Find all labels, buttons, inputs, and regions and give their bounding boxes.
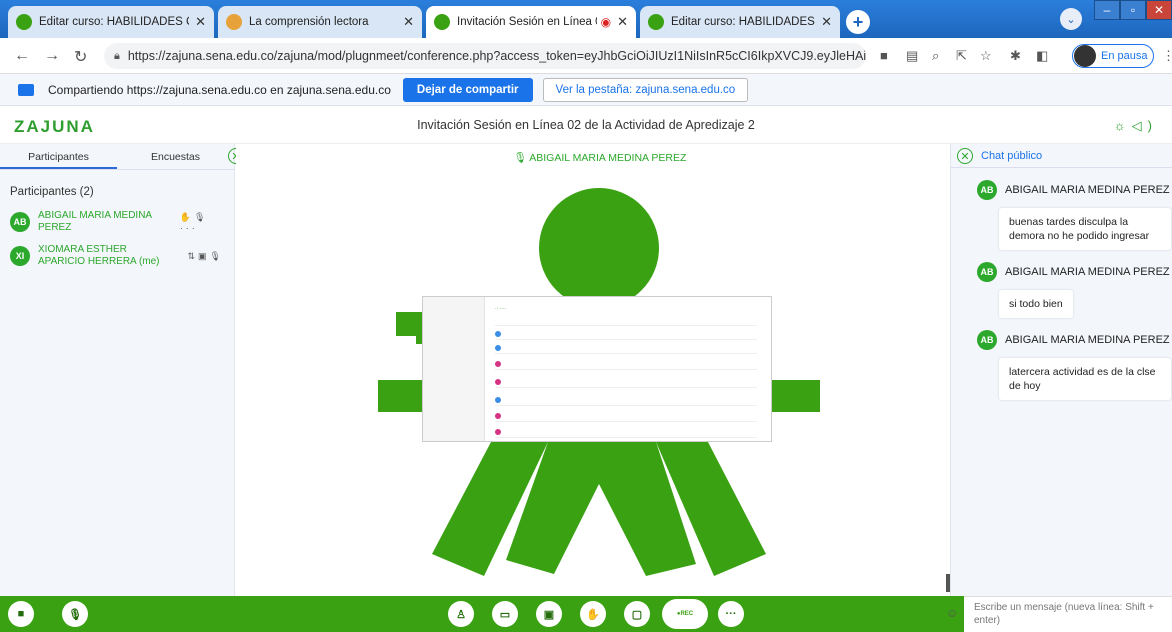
browser-tab-bar: Editar curso: HABILIDADES C ✕ La compren…	[0, 0, 1172, 38]
participant-name: ABIGAIL MARIA MEDINA PEREZ	[38, 210, 152, 233]
bookmark-star-icon[interactable]: ☆	[980, 48, 992, 64]
zoom-icon[interactable]: ⌕	[932, 48, 939, 64]
shared-screen-thumbnail: ·· ····	[422, 296, 772, 442]
tab-title: Invitación Sesión en Línea 02	[457, 16, 597, 28]
microphone-button[interactable]: 🎙︎	[62, 601, 88, 627]
close-tab-icon[interactable]: ✕	[195, 14, 206, 30]
participant-row[interactable]: AB ABIGAIL MARIA MEDINA PEREZ ✋🎙︎···	[0, 210, 234, 234]
url-field[interactable]: 🔒︎ https://zajuna.sena.edu.co/zajuna/mod…	[104, 43, 866, 69]
participant-icons[interactable]: ✋🎙︎···	[180, 212, 224, 233]
message-text: si todo bien	[999, 290, 1073, 318]
avatar: XI	[10, 246, 30, 266]
extensions-icon[interactable]: ✱	[1010, 48, 1021, 64]
share-text: Compartiendo https://zajuna.sena.edu.co …	[48, 82, 391, 97]
menu-icon[interactable]: ⋮	[1162, 48, 1172, 64]
browser-tab-3[interactable]: Invitación Sesión en Línea 02 ◉ ✕	[426, 6, 636, 38]
browser-tab-2[interactable]: La comprensión lectora ✕	[218, 6, 422, 38]
translate-icon[interactable]: ▤	[906, 48, 918, 64]
tab-title: Editar curso: HABILIDADES C	[39, 16, 190, 28]
forward-icon[interactable]: →	[44, 47, 60, 65]
record-button[interactable]: ●REC	[662, 599, 708, 629]
camera-icon[interactable]: ■	[880, 48, 888, 63]
settings-icon[interactable]: ☼	[1114, 118, 1132, 133]
speaker-icon[interactable]: ◁)	[1132, 118, 1158, 133]
participant-icons[interactable]: ⇅▣🎙︎	[188, 251, 224, 262]
chat-heading: Chat público	[951, 144, 1172, 168]
message-text: latercera actividad es de la clse de hoy	[999, 358, 1171, 400]
avatar: AB	[10, 212, 30, 232]
main-stage: 🎙︎ ABIGAIL MARIA MEDINA PEREZ ·· ···· ⤢	[236, 144, 964, 596]
stop-sharing-button[interactable]: Dejar de compartir	[402, 77, 533, 102]
avatar: AB	[977, 180, 997, 200]
webcam-button[interactable]: ■	[8, 601, 34, 627]
minimize-button[interactable]: –	[1094, 0, 1120, 20]
close-chat-icon[interactable]: ✕	[957, 148, 973, 164]
recording-icon: ◉	[600, 15, 612, 29]
screen-share-bar: Compartiendo https://zajuna.sena.edu.co …	[0, 74, 1172, 106]
chat-message: AB ABIGAIL MARIA MEDINA PEREZ si todo bie…	[977, 262, 1172, 318]
chat-panel: ✕ Chat público AB ABIGAIL MARIA MEDINA PE…	[950, 144, 1172, 596]
tab-title: La comprensión lectora	[249, 16, 369, 28]
close-tab-icon[interactable]: ✕	[403, 14, 414, 30]
bottom-toolbar: ■ 🎙︎ ♙ ▭ ▣ ✋ ▢ ●REC ···	[0, 596, 964, 632]
avatar: AB	[977, 330, 997, 350]
message-author: ABIGAIL MARIA MEDINA PEREZ	[1005, 334, 1170, 346]
profile-status: En pausa	[1101, 50, 1148, 62]
back-icon[interactable]: ←	[14, 47, 30, 65]
left-panel: Participantes Encuestas ✕ Participantes …	[0, 144, 244, 596]
lock-icon: 🔒︎	[114, 49, 120, 62]
profile-button[interactable]: En pausa	[1072, 44, 1154, 68]
tab-search-icon[interactable]: ⌄	[1060, 8, 1082, 30]
chat-message: AB ABIGAIL MARIA MEDINA PEREZ buenas tard…	[977, 180, 1172, 250]
favicon-icon	[648, 14, 664, 30]
participants-button[interactable]: ♙	[448, 601, 474, 627]
participant-row[interactable]: XI XIOMARA ESTHER APARICIO HERRERA (me) …	[0, 244, 234, 268]
chat-input[interactable]: Escribe un mensaje (nueva línea: Shift +…	[964, 596, 1172, 632]
avatar	[1074, 45, 1096, 67]
page-title: Invitación Sesión en Línea 02 de la Acti…	[417, 118, 755, 132]
screen-share-icon	[18, 83, 34, 96]
close-tab-icon[interactable]: ✕	[821, 14, 832, 30]
share-icon[interactable]: ⇱	[956, 48, 967, 64]
side-panel-icon[interactable]: ◧	[1036, 48, 1048, 64]
tab-title: Editar curso: HABILIDADES COG	[671, 16, 815, 28]
browser-tab-4[interactable]: Editar curso: HABILIDADES COG ✕	[640, 6, 840, 38]
close-window-button[interactable]: ✕	[1146, 0, 1172, 20]
chat-button[interactable]: ▭	[492, 601, 518, 627]
url-text: https://zajuna.sena.edu.co/zajuna/mod/pl…	[127, 49, 866, 63]
message-author: ABIGAIL MARIA MEDINA PEREZ	[1005, 184, 1170, 196]
message-text: buenas tardes disculpa la demora no he p…	[999, 208, 1171, 250]
avatar: AB	[977, 262, 997, 282]
emoji-icon[interactable]: ☺	[946, 606, 958, 620]
raise-hand-button[interactable]: ✋	[580, 601, 606, 627]
chat-message: AB ABIGAIL MARIA MEDINA PEREZ latercera a…	[977, 330, 1172, 400]
app-header: ZAJUNA Invitación Sesión en Línea 02 de …	[0, 106, 1172, 144]
message-author: ABIGAIL MARIA MEDINA PEREZ	[1005, 266, 1170, 278]
favicon-icon	[434, 14, 450, 30]
view-tab-button[interactable]: Ver la pestaña: zajuna.sena.edu.co	[542, 77, 749, 102]
more-options-button[interactable]: ···	[718, 601, 744, 627]
tab-participantes[interactable]: Participantes	[0, 144, 117, 169]
participant-name: XIOMARA ESTHER APARICIO HERRERA (me)	[38, 244, 160, 267]
browser-tab-1[interactable]: Editar curso: HABILIDADES C ✕	[8, 6, 214, 38]
left-tabs: Participantes Encuestas	[0, 144, 234, 170]
favicon-icon	[226, 14, 242, 30]
tab-encuestas[interactable]: Encuestas	[117, 144, 234, 169]
maximize-button[interactable]: ▫	[1120, 0, 1146, 20]
address-bar-row: ← → ↻ 🔒︎ https://zajuna.sena.edu.co/zaju…	[0, 38, 1172, 74]
header-icons: ☼◁)	[1114, 118, 1158, 134]
participants-heading: Participantes (2)	[10, 186, 94, 198]
favicon-icon	[16, 14, 32, 30]
whiteboard-button[interactable]: ▢	[624, 601, 650, 627]
reload-icon[interactable]: ↻	[74, 47, 87, 67]
new-tab-button[interactable]: +	[846, 10, 870, 34]
close-tab-icon[interactable]: ✕	[617, 14, 628, 30]
share-screen-button[interactable]: ▣	[536, 601, 562, 627]
